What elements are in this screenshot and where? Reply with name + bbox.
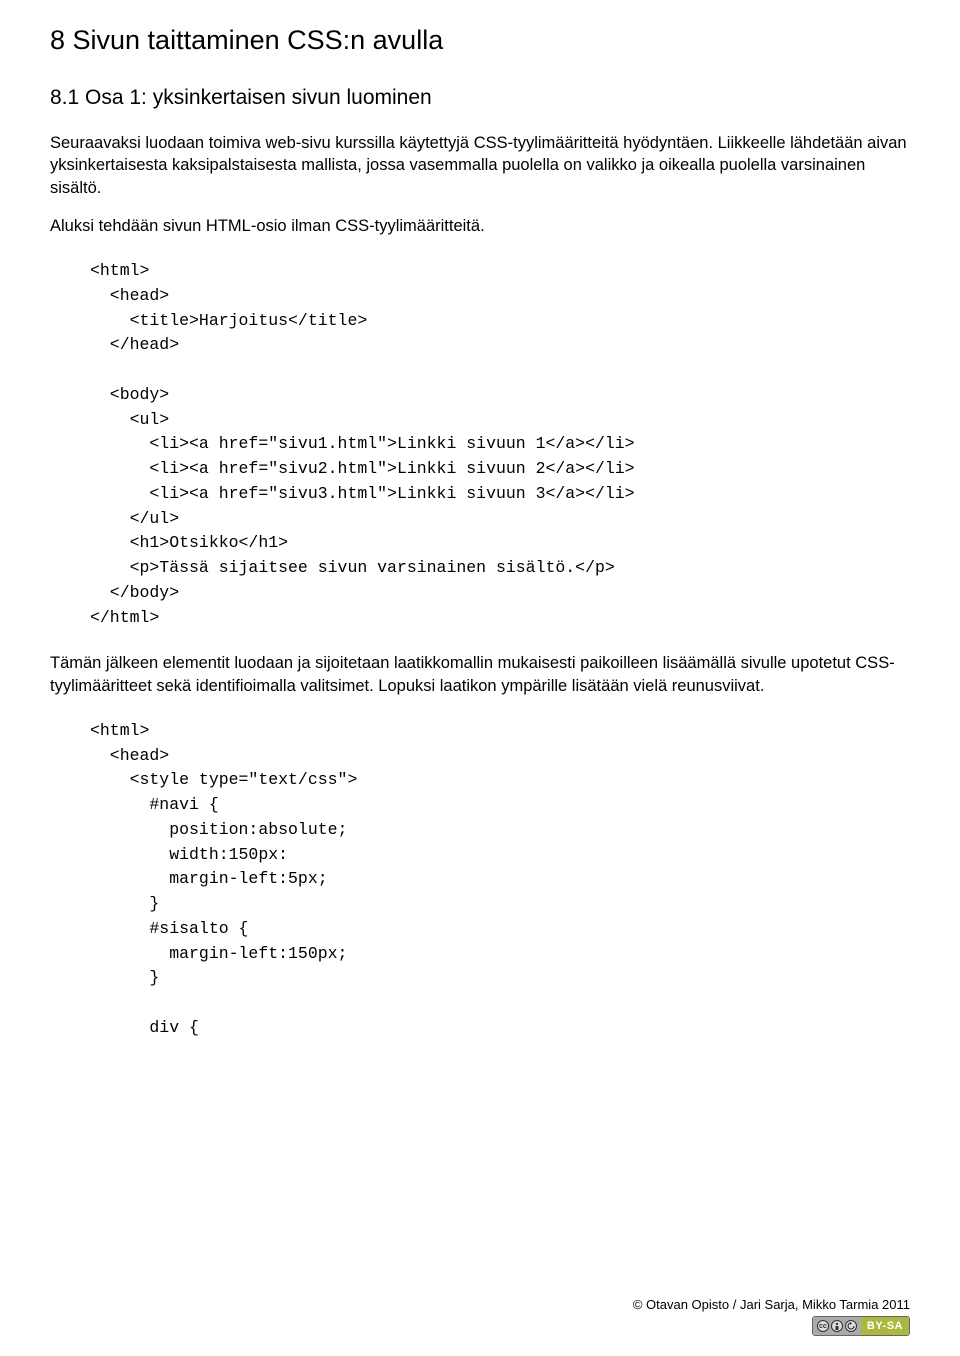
paragraph-3: Tämän jälkeen elementit luodaan ja sijoi… [50, 652, 910, 697]
code-block-1: <html> <head> <title>Harjoitus</title> <… [90, 259, 910, 630]
cc-license-badge: cc BY-SA [812, 1316, 910, 1336]
code-block-2: <html> <head> <style type="text/css"> #n… [90, 719, 910, 1041]
page-heading-1: 8 Sivun taittaminen CSS:n avulla [50, 25, 910, 56]
paragraph-2: Aluksi tehdään sivun HTML-osio ilman CSS… [50, 215, 910, 237]
cc-label-text: BY-SA [861, 1317, 909, 1335]
paragraph-1: Seuraavaksi luodaan toimiva web-sivu kur… [50, 132, 910, 199]
by-icon [831, 1320, 843, 1332]
footer-copyright: © Otavan Opisto / Jari Sarja, Mikko Tarm… [633, 1297, 910, 1312]
cc-icon: cc [817, 1320, 829, 1332]
sa-icon [845, 1320, 857, 1332]
cc-icon-group: cc [813, 1317, 861, 1335]
page-heading-2: 8.1 Osa 1: yksinkertaisen sivun luominen [50, 86, 910, 110]
page-footer: © Otavan Opisto / Jari Sarja, Mikko Tarm… [633, 1297, 910, 1336]
